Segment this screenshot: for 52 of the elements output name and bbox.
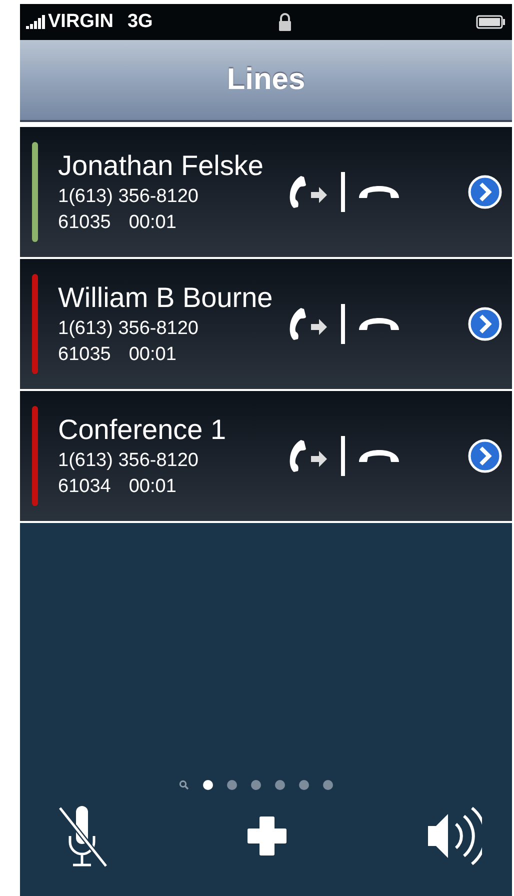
phone-number: 1(613) 356-8120 <box>58 318 200 340</box>
call-line-row[interactable]: William B Bourne 1(613) 356-8120 61035 00:01 <box>20 259 512 389</box>
chevron-right-icon <box>468 307 502 341</box>
extension: 61035 <box>58 344 111 366</box>
hang-up-button[interactable] <box>357 448 401 464</box>
phone-arrow-icon <box>289 174 329 210</box>
transfer-button[interactable] <box>289 306 329 342</box>
network-type: 3G <box>127 11 153 33</box>
phone-arrow-icon <box>289 438 329 474</box>
detail-disclosure-button[interactable] <box>468 175 502 209</box>
extension: 61035 <box>58 212 111 234</box>
caller-name: William B Bourne <box>58 282 274 314</box>
transfer-button[interactable] <box>289 174 329 210</box>
phone-number: 1(613) 356-8120 <box>58 186 200 208</box>
page-dot[interactable] <box>275 780 285 790</box>
speaker-button[interactable] <box>426 804 482 868</box>
chevron-right-icon <box>468 175 502 209</box>
phone-arrow-icon <box>289 306 329 342</box>
muted-microphone-icon <box>58 804 108 868</box>
handset-icon <box>357 184 401 200</box>
handset-icon <box>357 316 401 332</box>
signal-icon <box>26 15 46 29</box>
detail-disclosure-button[interactable] <box>468 439 502 473</box>
add-call-button[interactable] <box>247 816 287 856</box>
mute-button[interactable] <box>58 804 108 868</box>
call-duration: 00:01 <box>128 476 176 498</box>
page-dot[interactable] <box>203 780 213 790</box>
page-dot[interactable] <box>299 780 309 790</box>
call-line-row[interactable]: Conference 1 1(613) 356-8120 61034 00:01 <box>20 391 512 521</box>
page-dot[interactable] <box>323 780 333 790</box>
call-line-row[interactable]: Jonathan Felske 1(613) 356-8120 61035 00:01 <box>20 127 512 257</box>
extension: 61034 <box>58 476 111 498</box>
caller-name: Conference 1 <box>58 414 228 446</box>
hang-up-button[interactable] <box>357 184 401 200</box>
page-dot[interactable] <box>251 780 261 790</box>
lock-icon <box>278 13 292 31</box>
hang-up-button[interactable] <box>357 316 401 332</box>
carrier-name: VIRGIN <box>48 11 114 33</box>
battery-icon <box>476 15 506 29</box>
chevron-right-icon <box>468 439 502 473</box>
speaker-icon <box>426 804 482 868</box>
detail-disclosure-button[interactable] <box>468 307 502 341</box>
plus-icon <box>247 816 287 856</box>
search-icon[interactable] <box>179 780 189 790</box>
phone-number: 1(613) 356-8120 <box>58 450 200 472</box>
caller-name: Jonathan Felske <box>58 150 264 182</box>
call-duration: 00:01 <box>128 344 176 366</box>
call-duration: 00:01 <box>128 212 176 234</box>
screen-title: Lines <box>226 63 306 97</box>
transfer-button[interactable] <box>289 438 329 474</box>
page-dot[interactable] <box>227 780 237 790</box>
handset-icon <box>357 448 401 464</box>
